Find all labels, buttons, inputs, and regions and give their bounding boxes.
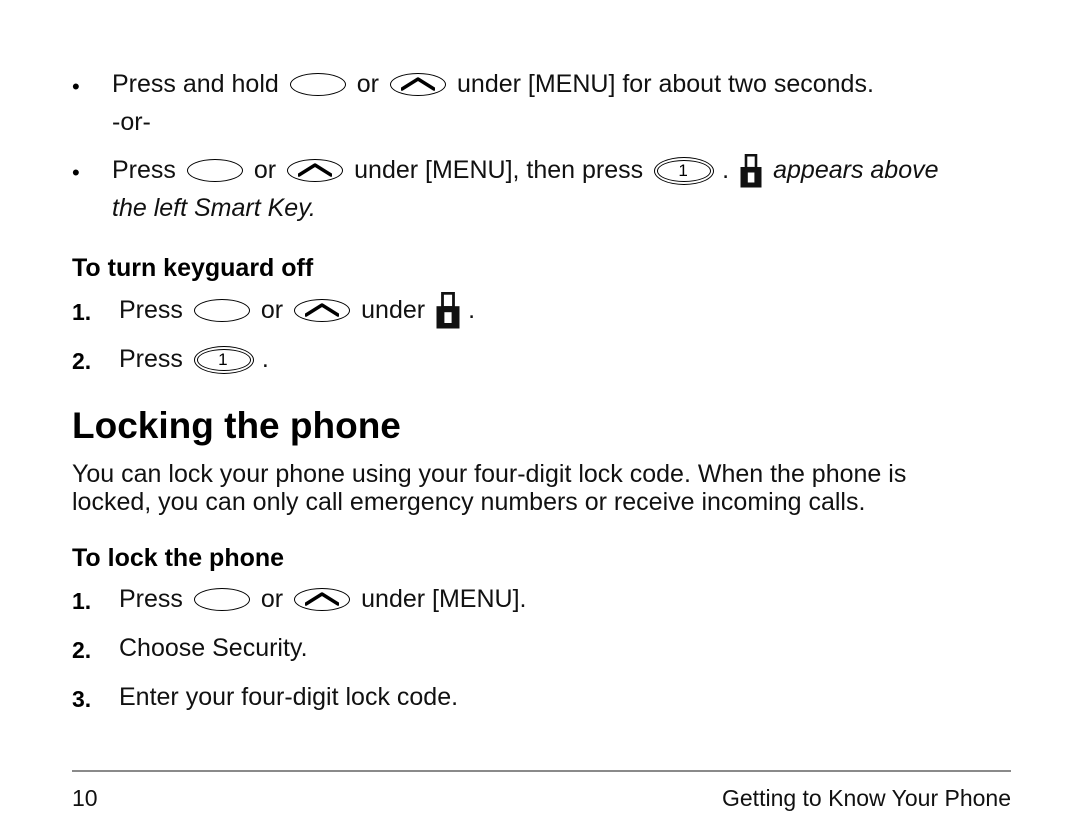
- rounded-key-ring: [289, 73, 346, 96]
- padlock-glyph: [436, 291, 460, 329]
- heading-locking-the-phone: Locking the phone: [72, 405, 401, 446]
- step-period: .: [468, 296, 476, 324]
- bullet-2-italic-line-2: the left Smart Key.: [112, 194, 316, 222]
- bullet-1-text-or: or: [356, 70, 380, 98]
- footer-divider: [72, 770, 1011, 772]
- rounded-key-icon: [186, 159, 243, 182]
- heading-to-turn-keyguard-off: To turn keyguard off: [72, 254, 314, 282]
- step-number: 2.: [72, 348, 92, 374]
- chevron-glyph: [305, 592, 340, 606]
- up-chevron-key-icon: [390, 73, 447, 96]
- step-text-pre: Press: [119, 345, 183, 373]
- bullet-marker: •: [72, 160, 80, 185]
- chevron-glyph: [305, 303, 340, 317]
- bullet-1-line-1: Press and hold or under [MENU] for about…: [112, 66, 874, 103]
- bullet-marker: •: [72, 74, 80, 99]
- number-one-key-icon: 1: [193, 345, 254, 374]
- step-number: 1.: [72, 588, 92, 614]
- footer-section-title: Getting to Know Your Phone: [722, 785, 1011, 811]
- padlock-icon: [740, 153, 762, 188]
- step-number: 3.: [72, 686, 92, 712]
- padlock-glyph: [740, 153, 762, 187]
- up-chevron-key-icon: [294, 588, 351, 611]
- bullet-1-or-separator: -or-: [112, 108, 151, 136]
- up-chevron-key-icon: [287, 159, 344, 182]
- bullet-2-text-or: or: [253, 156, 277, 184]
- bullet-2-text-post: under [MENU], then press: [354, 156, 644, 184]
- bullet-2-line-1: Press or under [MENU], then press 1 . ap…: [112, 152, 939, 189]
- heading-to-lock-the-phone: To lock the phone: [72, 544, 285, 572]
- lock-phone-step-3: Enter your four-digit lock code.: [119, 683, 459, 711]
- step-text-post: under: [361, 296, 426, 324]
- step-text-pre: Press: [119, 296, 183, 324]
- rounded-key-ring: [193, 588, 250, 611]
- padlock-icon: [436, 291, 460, 329]
- bullet-2-period: .: [722, 156, 730, 184]
- rounded-key-icon: [289, 73, 346, 96]
- bullet-2-italic-appears: appears above: [773, 156, 939, 184]
- number-one-key-icon: 1: [654, 156, 715, 185]
- rounded-key-ring: [186, 159, 243, 182]
- step-period: .: [261, 345, 269, 373]
- step-number: 2.: [72, 637, 92, 663]
- lock-phone-step-1: Press or under [MENU].: [119, 581, 526, 618]
- footer-page-number: 10: [72, 785, 98, 811]
- step-text-post: under [MENU].: [361, 585, 527, 613]
- step-text-pre: Press: [119, 585, 183, 613]
- bullet-2-text-pre: Press: [112, 156, 176, 184]
- chevron-glyph: [401, 77, 436, 91]
- one-key-label: 1: [678, 161, 688, 180]
- step-text-or: or: [260, 585, 284, 613]
- lock-phone-step-2: Choose Security.: [119, 634, 308, 662]
- keyguard-off-step-1: Press or under .: [119, 291, 476, 329]
- rounded-key-ring: [193, 299, 250, 322]
- up-chevron-key-icon: [294, 299, 351, 322]
- keyguard-off-step-2: Press 1 .: [119, 341, 269, 378]
- step-number: 1.: [72, 299, 92, 325]
- locking-body-line-2: locked, you can only call emergency numb…: [72, 488, 866, 516]
- step-text-or: or: [260, 296, 284, 324]
- rounded-key-icon: [193, 588, 250, 611]
- rounded-key-icon: [193, 299, 250, 322]
- bullet-1-text-pre: Press and hold: [112, 70, 279, 98]
- bullet-1-text-post: under [MENU] for about two seconds.: [457, 70, 874, 98]
- chevron-glyph: [298, 163, 333, 177]
- one-key-label: 1: [218, 350, 228, 369]
- document-page: • Press and hold or under [MENU] for abo…: [0, 0, 1080, 834]
